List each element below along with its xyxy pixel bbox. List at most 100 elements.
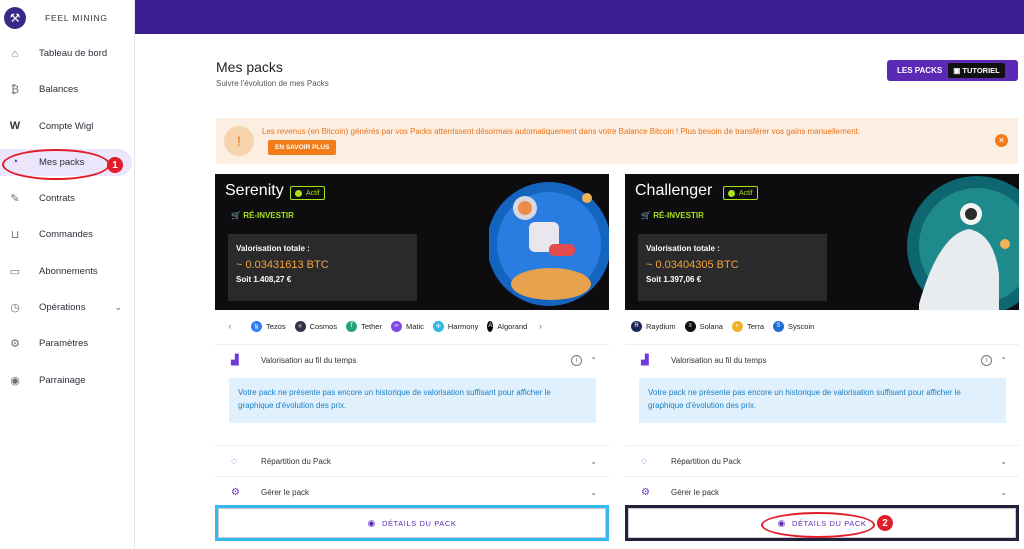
page-title: Mes packs <box>216 59 283 75</box>
pie-icon: ◌ <box>231 455 237 467</box>
sidebar-item-abonnements[interactable]: ▭ Abonnements <box>0 258 134 285</box>
sidebar-item-label: Mes packs <box>39 156 85 168</box>
sidebar-item-balances[interactable]: ₿ Balances <box>0 76 134 103</box>
chevron-right-icon[interactable]: › <box>533 321 547 331</box>
page-subtitle: Suivre l'évolution de mes Packs <box>216 79 329 88</box>
repartition-header[interactable]: ◌ Répartition du Pack ⌄ <box>215 446 609 476</box>
sidebar-item-operations[interactable]: ◷ Opérations ⌄ <box>0 294 134 321</box>
manage-header[interactable]: ⚙ Gérer le pack ⌄ <box>215 477 609 507</box>
chevron-down-icon[interactable]: ⌄ <box>590 457 597 466</box>
raydium-icon: R <box>631 320 642 332</box>
sidebar-item-label: Abonnements <box>39 265 98 277</box>
basket-icon: ⊔ <box>10 229 20 242</box>
sidebar-item-label: Compte Wigl <box>39 120 94 132</box>
chevron-down-icon[interactable]: ⌄ <box>1000 488 1007 497</box>
sidebar-item-parametres[interactable]: ⚙ Paramètres <box>0 330 134 357</box>
sidebar: ⚒ FEEL MINING ⌂ Tableau de bord ₿ Balanc… <box>0 0 135 549</box>
valuation-section: ▟ Valorisation au fil du temps i ⌃ Votre … <box>215 344 609 445</box>
info-alert: ! Les revenus (en Bitcoin) générés par v… <box>216 118 1018 164</box>
valuation-box: Valorisation totale : ~ 0.03404305 BTC S… <box>638 234 827 301</box>
pack-name: Challenger <box>635 182 713 199</box>
section-label: Gérer le pack <box>261 487 310 497</box>
pack-card-serenity: Serenity Actif 🛒 RÉ-INVESTIR Valorisatio… <box>215 174 609 549</box>
chevron-down-icon[interactable]: ⌄ <box>590 488 597 497</box>
pack-details-button[interactable]: ◉ DÉTAILS DU PACK <box>628 508 1016 538</box>
coin-tether: T Tether <box>346 320 382 332</box>
learn-more-button[interactable]: EN SAVOIR PLUS <box>268 140 337 155</box>
coin-solana: ≡ Solana <box>684 320 723 332</box>
tutorial-tag: ▣ TUTORIEL <box>948 63 1005 78</box>
sidebar-nav: ⌂ Tableau de bord ₿ Balances W Compte Wi… <box>0 40 134 394</box>
status-badge: Actif <box>723 186 758 200</box>
chart-icon: ▟ <box>231 354 239 366</box>
section-label: Gérer le pack <box>671 487 720 497</box>
sidebar-item-compte-wigl[interactable]: W Compte Wigl <box>0 113 134 140</box>
coin-cosmos: ⚛ Cosmos <box>294 320 337 332</box>
sidebar-item-tableau-de-bord[interactable]: ⌂ Tableau de bord <box>0 40 134 67</box>
repartition-section: ◌ Répartition du Pack ⌄ <box>625 445 1019 476</box>
annotation-badge-2: 2 <box>877 515 893 531</box>
repartition-header[interactable]: ◌ Répartition du Pack ⌄ <box>625 446 1019 476</box>
details-button-wrap: ◉ DÉTAILS DU PACK <box>625 505 1019 541</box>
valuation-label: Valorisation totale : <box>646 244 720 253</box>
section-label: Répartition du Pack <box>671 456 741 466</box>
pack-name: Serenity <box>225 182 284 199</box>
valuation-box: Valorisation totale : ~ 0.03431613 BTC S… <box>228 234 417 301</box>
status-badge: Actif <box>290 186 325 200</box>
info-icon[interactable]: i <box>571 354 583 366</box>
close-icon[interactable]: ✕ <box>995 134 1008 147</box>
sidebar-item-contrats[interactable]: ✎ Contrats <box>0 185 134 212</box>
coin-terra: ◐ Terra <box>731 320 764 332</box>
chevron-down-icon[interactable]: ⌄ <box>1000 457 1007 466</box>
harmony-icon: ✣ <box>432 320 444 332</box>
chevron-up-icon[interactable]: ⌃ <box>1000 356 1007 365</box>
astronaut-whale-illustration <box>907 176 1019 310</box>
coin-matic: ∞ Matic <box>390 320 424 332</box>
sidebar-item-parrainage[interactable]: ◉ Parrainage <box>0 367 134 394</box>
cosmos-icon: ⚛ <box>294 320 306 332</box>
coin-list: ‹ ꜩ Tezos ⚛ Cosmos T Tether ∞ Matic ✣ Harmony… <box>215 313 609 339</box>
sidebar-item-label: Commandes <box>39 229 93 241</box>
eye-icon: ◉ <box>777 517 786 528</box>
sidebar-item-label: Paramètres <box>39 338 89 350</box>
les-packs-tutorial-button[interactable]: LES PACKS ▣ TUTORIEL <box>887 60 1018 81</box>
sidebar-item-label: Parrainage <box>39 374 86 386</box>
valuation-header[interactable]: ▟ Valorisation au fil du temps i ⌃ <box>215 345 609 375</box>
chevron-down-icon[interactable]: ⌄ <box>114 302 122 313</box>
terra-icon: ◐ <box>731 320 743 332</box>
pack-icon: ◔ <box>11 156 19 169</box>
manage-header[interactable]: ⚙ Gérer le pack ⌄ <box>625 477 1019 507</box>
brand[interactable]: ⚒ FEEL MINING <box>0 0 134 36</box>
info-icon[interactable]: i <box>981 354 993 366</box>
sidebar-item-commandes[interactable]: ⊔ Commandes <box>0 221 134 248</box>
reinvest-link[interactable]: 🛒 RÉ-INVESTIR <box>231 211 294 220</box>
pack-details-button[interactable]: ◉ DÉTAILS DU PACK <box>218 508 606 538</box>
reinvest-link[interactable]: 🛒 RÉ-INVESTIR <box>641 211 704 220</box>
repartition-section: ◌ Répartition du Pack ⌄ <box>215 445 609 476</box>
valuation-section: ▟ Valorisation au fil du temps i ⌃ Votre … <box>625 344 1019 445</box>
main-content: Mes packs Suivre l'évolution de mes Pack… <box>135 34 1024 549</box>
gears-icon: ⚙ <box>641 486 650 498</box>
valuation-header[interactable]: ▟ Valorisation au fil du temps i ⌃ <box>625 345 1019 375</box>
matic-icon: ∞ <box>390 320 402 332</box>
video-icon: ▣ <box>953 66 963 75</box>
chevron-left-icon[interactable]: ‹ <box>223 321 237 331</box>
valuation-btc: ~ 0.03431613 BTC <box>236 259 329 271</box>
top-bar <box>135 0 1024 34</box>
coin-syscoin: S Syscoin <box>773 320 814 332</box>
pack-card-challenger: Challenger Actif 🛒 RÉ-INVESTIR Valorisat… <box>625 174 1019 549</box>
chevron-up-icon[interactable]: ⌃ <box>590 356 597 365</box>
status-dot-icon <box>295 189 302 197</box>
referral-icon: ◉ <box>10 374 20 387</box>
tether-icon: T <box>346 320 358 332</box>
astronaut-illustration <box>489 182 609 306</box>
syscoin-icon: S <box>773 320 785 332</box>
algorand-icon: A <box>487 320 494 332</box>
chart-icon: ▟ <box>641 354 649 366</box>
solana-icon: ≡ <box>684 320 696 332</box>
coin-list: R Raydium ≡ Solana ◐ Terra S Syscoin <box>625 313 1019 339</box>
brand-name: FEEL MINING <box>45 13 108 23</box>
sidebar-item-label: Balances <box>39 84 79 96</box>
coin-tezos: ꜩ Tezos <box>251 320 286 332</box>
section-label: Valorisation au fil du temps <box>671 355 767 365</box>
